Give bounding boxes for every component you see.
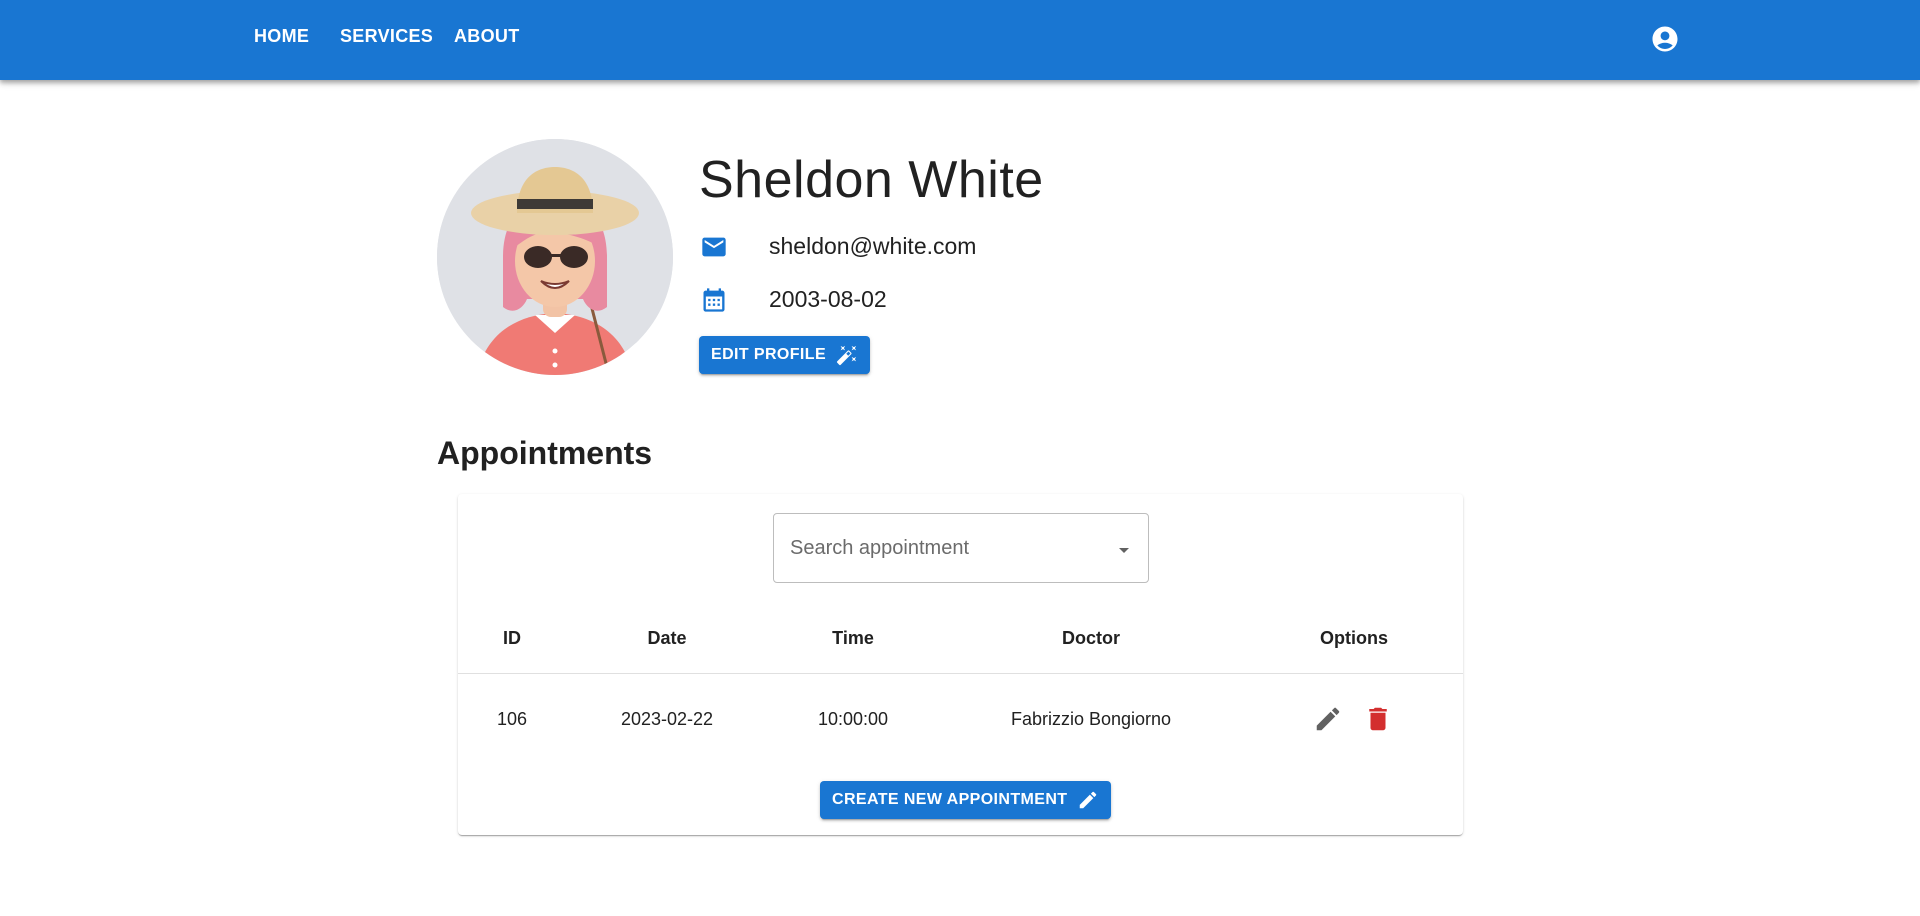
column-header-time: Time	[832, 628, 874, 648]
nav-home-link[interactable]: HOME	[254, 26, 309, 47]
pencil-icon	[1080, 791, 1097, 809]
cell-time: 10:00:00	[817, 709, 889, 729]
cell-date: 2023-02-22	[620, 709, 714, 729]
calendar-icon	[703, 288, 725, 312]
nav-services-link[interactable]: SERVICES	[340, 26, 433, 47]
delete-trash-icon[interactable]	[1363, 704, 1393, 734]
account-circle-icon[interactable]	[1650, 24, 1680, 54]
magic-wand-icon	[836, 345, 857, 366]
nav-about-link[interactable]: ABOUT	[454, 26, 520, 47]
search-appointment-field[interactable]	[773, 513, 1149, 583]
chevron-down-icon[interactable]	[1112, 538, 1136, 562]
search-appointment-input[interactable]	[790, 514, 1090, 582]
edit-profile-button[interactable]: EDIT PROFILE	[699, 336, 871, 374]
table-header-divider	[458, 673, 1463, 674]
app-bar: HOME SERVICES ABOUT	[0, 0, 1920, 80]
mail-icon	[702, 237, 726, 257]
edit-profile-label: EDIT PROFILE	[711, 346, 827, 363]
column-header-date: Date	[647, 628, 687, 648]
cell-id: 106	[496, 709, 528, 729]
profile-avatar	[437, 139, 673, 375]
profile-name: Sheldon White	[699, 151, 1044, 209]
column-header-doctor: Doctor	[1062, 628, 1120, 648]
column-header-options: Options	[1320, 628, 1388, 648]
profile-birthdate: 2003-08-02	[769, 286, 887, 312]
column-header-id: ID	[503, 628, 521, 648]
profile-email: sheldon@white.com	[769, 233, 977, 259]
cell-doctor: Fabrizzio Bongiorno	[1010, 709, 1172, 729]
appointments-card: ID Date Time Doctor Options 106 2023-02-…	[458, 494, 1463, 835]
create-appointment-label: CREATE NEW APPOINTMENT	[832, 791, 1068, 808]
edit-pencil-icon[interactable]	[1313, 704, 1343, 734]
appointments-title: Appointments	[437, 435, 653, 471]
create-appointment-button[interactable]: CREATE NEW APPOINTMENT	[820, 781, 1112, 819]
